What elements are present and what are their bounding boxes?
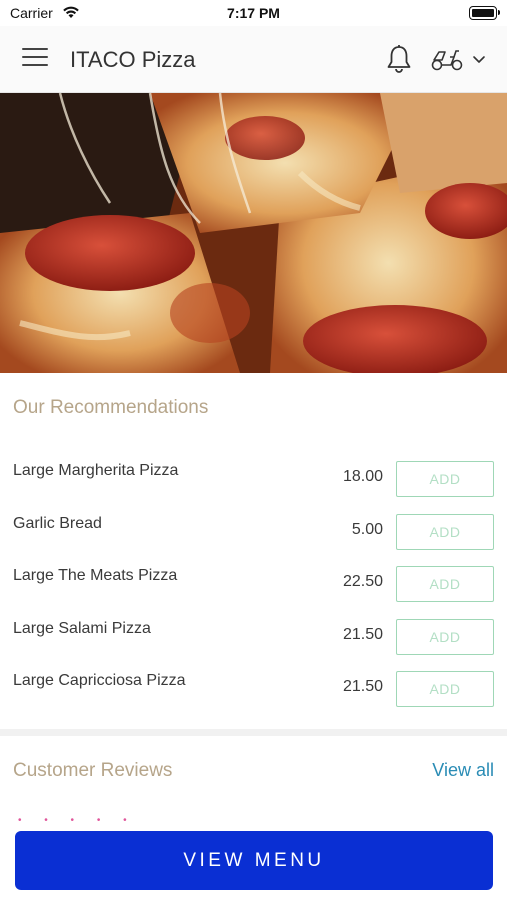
list-item: Large The Meats Pizza 22.50 ADD	[0, 557, 507, 610]
delivery-scooter-icon[interactable]	[430, 46, 464, 72]
item-price: 21.50	[342, 678, 383, 696]
hero-pizza-image	[0, 93, 507, 373]
item-name: Large Salami Pizza	[13, 619, 151, 637]
list-item: Large Capricciosa Pizza 21.50 ADD	[0, 662, 507, 715]
view-menu-button[interactable]: VIEW MENU	[15, 831, 493, 890]
status-bar: Carrier 7:17 PM	[0, 0, 507, 26]
list-item: Large Salami Pizza 21.50 ADD	[0, 610, 507, 663]
item-price: 21.50	[342, 625, 383, 643]
item-name: Garlic Bread	[13, 514, 102, 532]
item-name: Large Margherita Pizza	[13, 462, 179, 479]
recommendations-heading: Our Recommendations	[13, 397, 209, 418]
add-button[interactable]: ADD	[396, 618, 494, 655]
add-button[interactable]: ADD	[396, 513, 494, 550]
rating-stars: • • • • •	[18, 815, 137, 826]
page-title: ITACO Pizza	[70, 47, 196, 72]
add-button[interactable]: ADD	[396, 461, 494, 497]
item-name: Large The Meats Pizza	[13, 567, 178, 585]
item-price: 18.00	[342, 468, 383, 485]
item-name: Large Capricciosa Pizza	[13, 672, 186, 690]
list-item: Garlic Bread 5.00 ADD	[0, 505, 507, 558]
view-all-reviews-link[interactable]: View all	[432, 760, 494, 781]
status-time: 7:17 PM	[227, 5, 280, 21]
recommendations-list: Large Margherita Pizza 18.00 ADD Garlic …	[0, 452, 507, 715]
section-divider	[0, 729, 507, 736]
bell-icon[interactable]	[384, 43, 414, 75]
item-price: 5.00	[351, 520, 383, 538]
hamburger-menu-icon[interactable]	[22, 48, 48, 70]
list-item: Large Margherita Pizza 18.00 ADD	[0, 452, 507, 505]
item-price: 22.50	[342, 573, 383, 591]
chevron-down-icon[interactable]	[471, 52, 487, 66]
add-button[interactable]: ADD	[396, 566, 494, 603]
add-button[interactable]: ADD	[396, 671, 494, 708]
app-header: ITACO Pizza	[0, 26, 507, 93]
reviews-heading: Customer Reviews	[13, 760, 173, 781]
battery-icon	[469, 6, 500, 20]
